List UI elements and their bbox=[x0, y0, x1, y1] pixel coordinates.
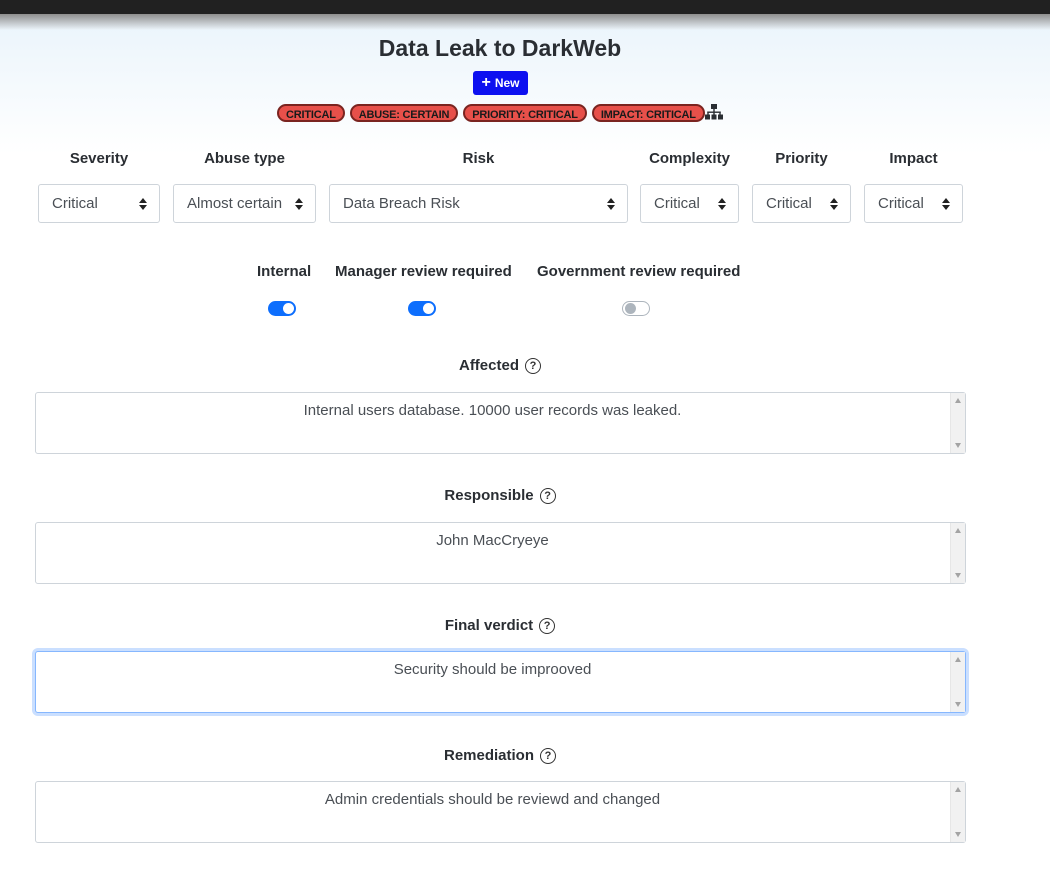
abuse-type-label: Abuse type bbox=[204, 150, 285, 167]
remediation-label-text: Remediation bbox=[443, 747, 534, 764]
question-circle-icon[interactable]: ? bbox=[525, 357, 541, 374]
impact-badge: IMPACT: CRITICAL bbox=[591, 104, 705, 122]
question-circle-icon[interactable]: ? bbox=[539, 487, 556, 504]
risk-select-value: Data Breach Risk bbox=[343, 195, 460, 212]
manager-review-toggle-label: Manager review required bbox=[335, 263, 512, 280]
manager-review-toggle[interactable] bbox=[408, 301, 436, 316]
scroll-up-icon[interactable] bbox=[955, 787, 961, 792]
tag-badges: CRITICAL ABUSE: CERTAIN PRIORITY: CRITIC… bbox=[277, 104, 705, 122]
affected-label-text: Affected bbox=[458, 357, 519, 374]
new-button-label: New bbox=[494, 76, 520, 90]
sort-arrows-icon bbox=[830, 198, 838, 210]
scrollbar[interactable] bbox=[950, 393, 965, 453]
question-circle-icon[interactable]: ? bbox=[539, 617, 556, 634]
complexity-select[interactable]: Critical bbox=[640, 184, 739, 223]
priority-select-value: Critical bbox=[766, 195, 812, 212]
toggle-knob bbox=[283, 303, 294, 314]
sort-arrows-icon bbox=[295, 198, 303, 210]
scrollbar[interactable] bbox=[950, 652, 965, 712]
scroll-down-icon[interactable] bbox=[955, 443, 961, 448]
top-shadow bbox=[0, 14, 1050, 30]
impact-select[interactable]: Critical bbox=[864, 184, 963, 223]
severity-select[interactable]: Critical bbox=[38, 184, 160, 223]
priority-badge: PRIORITY: CRITICAL bbox=[463, 104, 587, 122]
scroll-up-icon[interactable] bbox=[955, 528, 961, 533]
sort-arrows-icon bbox=[607, 198, 615, 210]
abuse-type-select-value: Almost certain bbox=[187, 195, 283, 212]
scroll-down-icon[interactable] bbox=[955, 832, 961, 837]
risk-label: Risk bbox=[462, 150, 495, 167]
scroll-up-icon[interactable] bbox=[955, 398, 961, 403]
severity-badge: CRITICAL bbox=[277, 104, 345, 122]
impact-label: Impact bbox=[889, 150, 938, 167]
government-review-toggle-label: Government review required bbox=[537, 263, 741, 280]
priority-label: Priority bbox=[775, 150, 828, 167]
affected-textarea[interactable]: Internal users database. 10000 user reco… bbox=[35, 392, 966, 454]
risk-select[interactable]: Data Breach Risk bbox=[329, 184, 628, 223]
responsible-label-text: Responsible bbox=[444, 487, 534, 504]
plus-icon: + bbox=[481, 74, 491, 91]
impact-select-value: Critical bbox=[878, 195, 924, 212]
window-top-bar bbox=[0, 0, 1050, 14]
responsible-value: John MacCryeye bbox=[436, 532, 549, 549]
sort-arrows-icon bbox=[942, 198, 950, 210]
scroll-down-icon[interactable] bbox=[955, 573, 961, 578]
severity-select-value: Critical bbox=[52, 195, 98, 212]
sort-arrows-icon bbox=[718, 198, 726, 210]
final-verdict-value: Security should be improoved bbox=[393, 661, 592, 678]
abuse-type-select[interactable]: Almost certain bbox=[173, 184, 316, 223]
toggle-knob bbox=[625, 303, 636, 314]
abuse-badge: ABUSE: CERTAIN bbox=[349, 104, 459, 122]
complexity-label: Complexity bbox=[649, 150, 730, 167]
sort-arrows-icon bbox=[139, 198, 147, 210]
remediation-label: Remediation ? bbox=[0, 747, 1000, 764]
remediation-textarea[interactable]: Admin credentials should be reviewd and … bbox=[35, 781, 966, 843]
final-verdict-label: Final verdict ? bbox=[0, 617, 1000, 634]
scrollbar[interactable] bbox=[950, 523, 965, 583]
scroll-down-icon[interactable] bbox=[955, 702, 961, 707]
sitemap-icon[interactable] bbox=[705, 104, 723, 120]
new-button[interactable]: + New bbox=[473, 71, 528, 95]
priority-select[interactable]: Critical bbox=[752, 184, 851, 223]
page-title: Data Leak to DarkWeb bbox=[378, 35, 622, 61]
complexity-select-value: Critical bbox=[654, 195, 700, 212]
final-verdict-textarea[interactable]: Security should be improoved bbox=[35, 651, 966, 713]
internal-toggle[interactable] bbox=[268, 301, 296, 316]
internal-toggle-label: Internal bbox=[257, 263, 312, 280]
scroll-up-icon[interactable] bbox=[955, 657, 961, 662]
final-verdict-label-text: Final verdict bbox=[444, 617, 534, 634]
responsible-label: Responsible ? bbox=[0, 487, 1000, 504]
remediation-value: Admin credentials should be reviewd and … bbox=[324, 791, 661, 808]
affected-value: Internal users database. 10000 user reco… bbox=[303, 402, 682, 419]
severity-label: Severity bbox=[69, 150, 129, 167]
question-circle-icon[interactable]: ? bbox=[540, 747, 556, 764]
affected-label: Affected ? bbox=[0, 357, 1000, 374]
toggle-knob bbox=[423, 303, 434, 314]
government-review-toggle[interactable] bbox=[622, 301, 650, 316]
scrollbar[interactable] bbox=[950, 782, 965, 842]
responsible-textarea[interactable]: John MacCryeye bbox=[35, 522, 966, 584]
